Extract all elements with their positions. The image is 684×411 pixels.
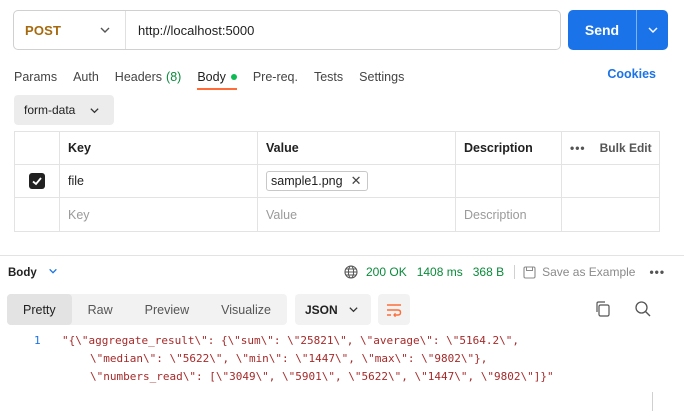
request-bar: POST http://localhost:5000 — [13, 10, 561, 50]
form-data-table: Key Value Description ••• Bulk Edit file… — [14, 131, 660, 232]
file-chip: sample1.png ✕ — [266, 171, 369, 191]
response-view-tabs: Pretty Raw Preview Visualize — [7, 294, 287, 325]
wrap-lines-icon — [387, 303, 402, 317]
row-checkbox[interactable] — [29, 173, 45, 189]
format-select[interactable]: JSON — [295, 294, 371, 325]
request-tabs: Params Auth Headers (8) Body Pre-req. Tes… — [14, 64, 420, 90]
chevron-down-icon — [90, 107, 99, 113]
response-header: Body 200 OK 1408 ms 368 B Save as Exampl… — [8, 262, 676, 282]
file-name: sample1.png — [271, 174, 343, 188]
key-placeholder[interactable]: Key — [60, 198, 258, 231]
response-body-label: Body — [8, 266, 37, 279]
code-line: \"numbers_read\": [\"3049\", \"5901\", \… — [90, 370, 554, 383]
send-button[interactable]: Send — [568, 10, 636, 50]
tab-auth[interactable]: Auth — [73, 64, 99, 89]
check-icon — [32, 177, 42, 186]
bulk-edit-button[interactable]: Bulk Edit — [600, 141, 652, 155]
table-row: file sample1.png ✕ — [15, 165, 659, 198]
more-options-icon[interactable]: ••• — [570, 141, 586, 155]
separator — [514, 265, 516, 279]
pane-divider[interactable] — [0, 255, 684, 256]
value-placeholder[interactable]: Value — [258, 198, 456, 231]
header-checkbox-cell — [15, 132, 60, 164]
actions-cell — [562, 198, 659, 231]
response-meta: 200 OK 1408 ms 368 B Save as Example ••• — [344, 262, 665, 282]
tab-label: Tests — [313, 69, 344, 84]
status-code[interactable]: 200 OK — [366, 265, 407, 279]
table-header-row: Key Value Description ••• Bulk Edit — [15, 132, 659, 165]
header-key: Key — [60, 132, 258, 164]
copy-button[interactable] — [594, 300, 614, 320]
chevron-down-icon — [100, 27, 110, 33]
response-size[interactable]: 368 B — [473, 265, 504, 279]
scrollbar[interactable] — [652, 392, 653, 411]
tab-pretty[interactable]: Pretty — [7, 294, 72, 325]
method-select[interactable]: POST — [14, 11, 126, 49]
send-options-button[interactable] — [636, 10, 668, 50]
tab-label: Body — [197, 69, 226, 84]
chevron-down-icon — [49, 268, 57, 274]
tab-label: Auth — [73, 69, 99, 84]
description-cell[interactable] — [456, 165, 562, 197]
header-actions: ••• Bulk Edit — [562, 132, 659, 164]
tab-label: Settings — [359, 69, 405, 84]
body-mode-select[interactable]: form-data — [14, 95, 114, 125]
chevron-down-icon — [349, 307, 358, 313]
header-value: Value — [258, 132, 456, 164]
close-icon[interactable]: ✕ — [351, 173, 362, 189]
code-line: \"median\": \"5622\", \"min\": \"1447\",… — [90, 352, 488, 365]
table-row: Key Value Description — [15, 198, 659, 231]
chevron-down-icon — [648, 27, 657, 33]
tab-pre-request[interactable]: Pre-req. — [253, 64, 298, 89]
cookies-link[interactable]: Cookies — [607, 67, 656, 81]
tab-params[interactable]: Params — [14, 64, 57, 89]
actions-cell — [562, 165, 659, 197]
tab-tests[interactable]: Tests — [314, 64, 343, 89]
response-body-dropdown[interactable]: Body — [8, 266, 58, 279]
tab-headers[interactable]: Headers (8) — [115, 64, 182, 89]
tab-label: Params — [14, 69, 58, 84]
tab-body[interactable]: Body — [197, 64, 237, 90]
key-cell[interactable]: file — [60, 165, 258, 197]
send-button-group: Send — [568, 10, 668, 50]
headers-count: (8) — [166, 69, 182, 84]
description-placeholder[interactable]: Description — [456, 198, 562, 231]
code-line: "{\"aggregate_result\": {\"sum\": \"2582… — [62, 334, 519, 347]
tab-label: Headers — [114, 69, 163, 84]
response-time[interactable]: 1408 ms — [417, 265, 463, 279]
tab-visualize[interactable]: Visualize — [205, 294, 287, 325]
copy-icon — [596, 301, 610, 317]
tab-raw[interactable]: Raw — [72, 294, 129, 325]
wrap-lines-button[interactable] — [378, 294, 410, 325]
value-cell[interactable]: sample1.png ✕ — [258, 165, 456, 197]
row-checkbox-cell — [15, 198, 60, 231]
row-checkbox-cell — [15, 165, 60, 197]
save-as-example-button[interactable]: Save as Example — [542, 265, 635, 279]
line-number: 1 — [34, 334, 41, 347]
more-options-icon[interactable]: ••• — [649, 265, 665, 279]
header-description: Description — [456, 132, 562, 164]
globe-icon[interactable] — [344, 265, 358, 279]
search-button[interactable] — [634, 300, 654, 320]
tab-settings[interactable]: Settings — [359, 64, 404, 89]
body-mode-label: form-data — [24, 103, 76, 117]
tab-preview[interactable]: Preview — [129, 294, 205, 325]
body-indicator-dot — [230, 73, 237, 80]
save-icon — [523, 265, 536, 279]
tab-label: Pre-req. — [252, 69, 298, 84]
search-icon — [635, 301, 651, 317]
method-label: POST — [25, 22, 62, 38]
format-label: JSON — [305, 302, 338, 317]
url-input[interactable]: http://localhost:5000 — [126, 23, 254, 38]
